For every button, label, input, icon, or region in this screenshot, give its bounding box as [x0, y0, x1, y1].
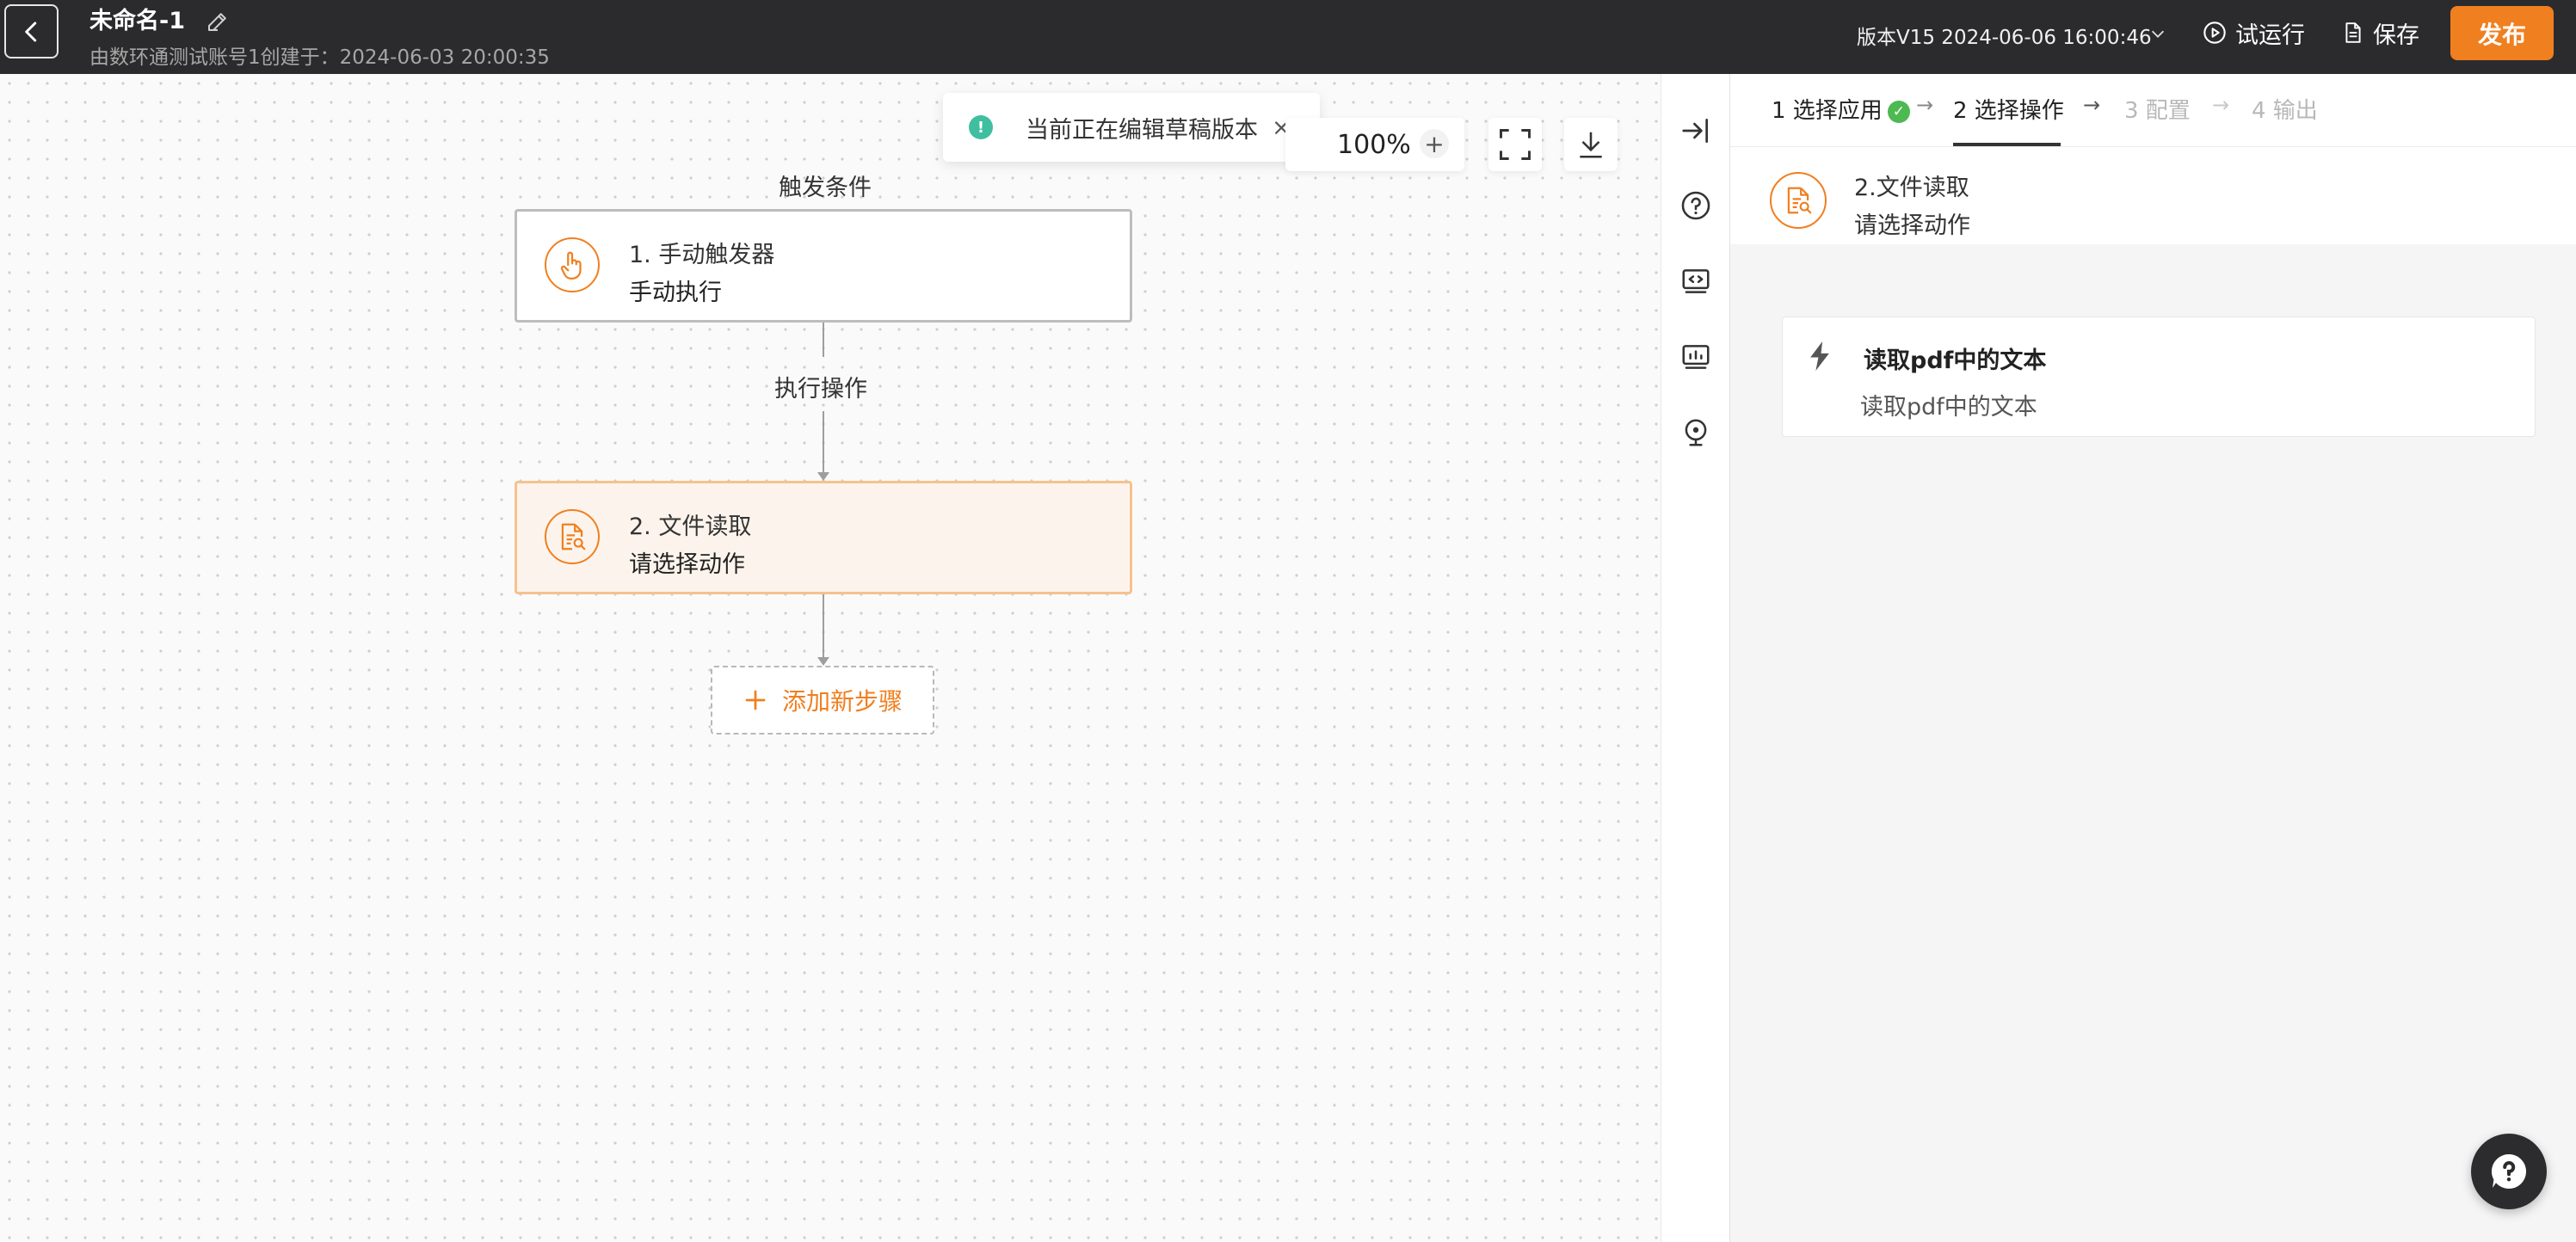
zoom-in-button[interactable]: +	[1420, 129, 1449, 158]
connector-line	[823, 594, 824, 660]
file-search-icon	[1770, 172, 1827, 229]
arrow-right-icon: →	[2212, 93, 2230, 117]
config-panel: 1 选择应用 ✓ → 2 选择操作 → 3 配置 → 4 输出 2.文件读取 请选…	[1729, 74, 2576, 1242]
add-step-label: 添加新步骤	[781, 687, 903, 716]
connector-line	[823, 323, 824, 357]
node-subtitle: 手动执行	[629, 280, 722, 306]
action-description: 读取pdf中的文本	[1860, 394, 2037, 421]
arrow-right-icon: →	[2083, 93, 2101, 117]
hand-pointer-icon	[545, 237, 600, 292]
trigger-section-label: 触发条件	[779, 175, 872, 201]
test-run-label: 试运行	[2235, 22, 2305, 49]
play-circle-icon	[2203, 22, 2226, 44]
node-title: 1. 手动触发器	[629, 242, 775, 268]
publish-button[interactable]: 发布	[2450, 6, 2554, 60]
top-bar: 未命名-1 由数环通测试账号1创建于：2024-06-03 20:00:35 版…	[0, 0, 2576, 74]
selected-app-subtitle: 请选择动作	[1854, 212, 1970, 239]
flow-title: 未命名-1	[89, 8, 185, 34]
step-select-app[interactable]: 1 选择应用 ✓	[1772, 93, 1910, 125]
chevron-down-icon[interactable]	[2148, 24, 2167, 43]
question-bubble-icon	[2491, 1153, 2527, 1189]
monitor-chart-icon[interactable]	[1676, 337, 1716, 377]
created-info: 由数环通测试账号1创建于：2024-06-03 20:00:35	[89, 46, 550, 69]
draft-toast: ! 当前正在编辑草稿版本 ×	[943, 93, 1320, 162]
toast-text: 当前正在编辑草稿版本	[1026, 116, 1258, 144]
save-button[interactable]: 保存	[2342, 15, 2419, 50]
action-option-card[interactable]: 读取pdf中的文本 读取pdf中的文本	[1782, 317, 2536, 437]
info-icon: !	[969, 115, 993, 139]
file-search-icon	[545, 509, 600, 564]
test-run-button[interactable]: 试运行	[2203, 15, 2305, 50]
connector-arrow	[817, 657, 829, 666]
node-title: 2. 文件读取	[629, 513, 752, 540]
document-icon	[2345, 22, 2361, 43]
location-pin-icon[interactable]	[1676, 413, 1716, 452]
pencil-icon[interactable]	[205, 9, 231, 34]
download-icon	[1580, 132, 1602, 158]
help-chat-button[interactable]	[2471, 1134, 2547, 1209]
check-circle-icon: ✓	[1887, 100, 1910, 123]
chevron-left-icon	[24, 22, 36, 41]
code-icon[interactable]	[1676, 261, 1716, 301]
flow-node-trigger[interactable]: 1. 手动触发器 手动执行	[515, 209, 1132, 323]
save-label: 保存	[2373, 22, 2419, 49]
fit-screen-button[interactable]	[1488, 118, 1542, 171]
selected-app-title: 2.文件读取	[1854, 175, 1969, 201]
connector-arrow	[817, 472, 829, 481]
back-button[interactable]	[4, 4, 59, 58]
action-section-label: 执行操作	[774, 376, 867, 403]
version-selector[interactable]: 版本V15 2024-06-06 16:00:46	[1857, 21, 2152, 50]
zoom-level: 100%	[1337, 130, 1411, 160]
step-label: 1 选择应用	[1772, 98, 1883, 124]
zoom-control: 100% +	[1285, 118, 1464, 171]
step-select-action[interactable]: 2 选择操作	[1953, 93, 2064, 125]
step-configure[interactable]: 3 配置	[2124, 93, 2191, 125]
download-button[interactable]	[1564, 118, 1618, 171]
help-circle-icon[interactable]	[1676, 186, 1716, 225]
lightning-icon	[1810, 341, 1829, 371]
collapse-panel-icon[interactable]	[1676, 111, 1716, 151]
action-title: 读取pdf中的文本	[1864, 347, 2047, 374]
step-tabs: 1 选择应用 ✓ → 2 选择操作 → 3 配置 → 4 输出	[1730, 74, 2576, 146]
add-step-button[interactable]: 添加新步骤	[711, 666, 934, 735]
flow-node-file-read[interactable]: 2. 文件读取 请选择动作	[515, 481, 1132, 594]
plus-icon	[745, 690, 766, 710]
node-subtitle: 请选择动作	[629, 551, 745, 578]
connector-line	[823, 411, 824, 475]
step-output[interactable]: 4 输出	[2252, 93, 2318, 125]
fullscreen-icon	[1500, 129, 1531, 160]
side-toolbar	[1661, 74, 1729, 1242]
arrow-right-icon: →	[1916, 93, 1934, 117]
